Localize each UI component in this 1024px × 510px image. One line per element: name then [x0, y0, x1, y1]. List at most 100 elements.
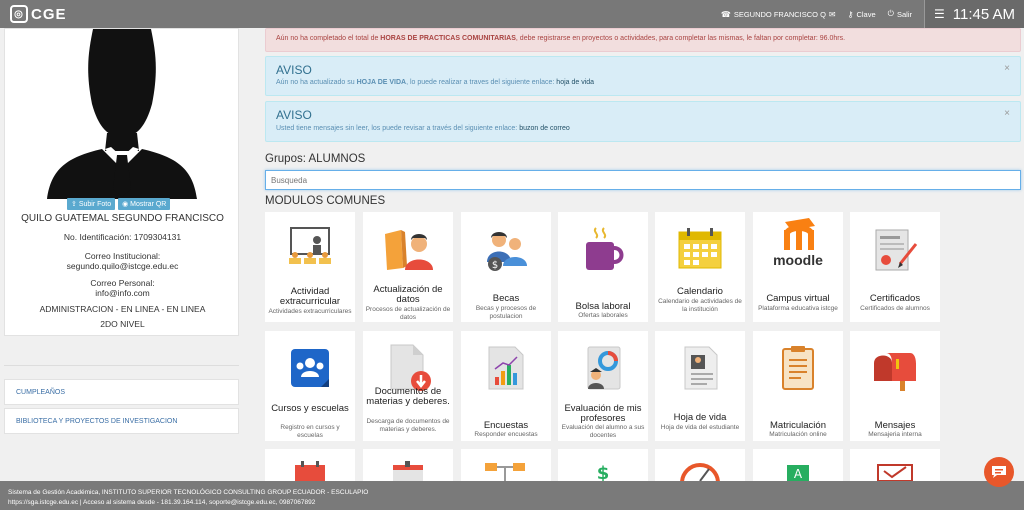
power-icon: ⏻	[887, 9, 894, 18]
module-hoja-vida[interactable]: Hoja de vida Hoja de vida del estudiante	[655, 331, 745, 441]
groups-label: Grupos: ALUMNOS	[265, 153, 366, 165]
module-row3-1[interactable]	[265, 449, 355, 481]
module-title: Actualización de datos	[373, 284, 443, 305]
top-navbar: ◎ CGE ☎ SEGUNDO FRANCISCO Q ✉ ⚷ Clave ⏻ Salir…	[0, 0, 1024, 28]
module-desc: Hoja de vida del estudiante	[660, 424, 740, 431]
module-row3-4[interactable]: $	[558, 449, 648, 481]
classroom-icon	[291, 349, 329, 387]
upload-photo-button[interactable]: ⇪ Subir Foto	[67, 198, 116, 210]
teacher-board-icon	[289, 227, 331, 264]
module-desc: Certificados de alumnos	[860, 305, 930, 312]
module-bolsa-laboral[interactable]: Bolsa laboral Ofertas laborales	[558, 212, 648, 322]
module-row3-7[interactable]	[850, 449, 940, 481]
module-becas[interactable]: $ Becas Becas y procesos de postulacion	[461, 212, 551, 322]
close-icon[interactable]: ×	[1004, 63, 1010, 74]
folder-user-icon	[385, 230, 433, 270]
module-campus-virtual[interactable]: moodle Campus virtual Plataforma educati…	[753, 212, 843, 322]
footer: Sistema de Gestión Académica, INSTITUTO …	[0, 481, 1024, 510]
alert-message: Aún no ha actualizado su HOJA DE VIDA, l…	[276, 79, 595, 86]
module-evaluacion[interactable]: Evaluación de mis profesores Evaluación …	[558, 331, 648, 441]
module-calendario[interactable]: Calendario Calendario de actividades de …	[655, 212, 745, 322]
calendar-icon	[678, 228, 722, 269]
module-row3-2[interactable]	[363, 449, 453, 481]
moodle-word: moodle	[773, 252, 823, 268]
footer-line2: https://sga.istcge.edu.ec | Acceso al si…	[8, 499, 316, 506]
mailbox-link[interactable]: buzon de correo	[519, 125, 570, 132]
modules-title: MODULOS COMUNES	[265, 195, 386, 207]
module-documentos[interactable]: Documentos de materias y deberes. Descar…	[363, 331, 453, 441]
module-title: Evaluación de mis profesores	[564, 403, 642, 424]
sidebar-divider	[4, 365, 239, 366]
logo-icon: ◎	[10, 5, 28, 23]
module-title: Matriculación	[770, 420, 826, 431]
org-chart-icon	[485, 463, 525, 481]
show-qr-button[interactable]: ◉ Mostrar QR	[118, 198, 171, 210]
footer-line1: Sistema de Gestión Académica, INSTITUTO …	[8, 489, 369, 496]
module-cursos-escuelas[interactable]: Cursos y escuelas Registro en cursos y e…	[265, 331, 355, 441]
mail-icon: ✉	[828, 9, 836, 19]
clock-time: 11:45 AM	[952, 5, 1016, 23]
svg-text:A: A	[794, 467, 803, 481]
module-title: Mensajes	[874, 420, 916, 431]
module-title: Bolsa laboral	[575, 301, 631, 312]
password-link[interactable]: ⚷ Clave	[848, 10, 876, 19]
user-link[interactable]: ☎ SEGUNDO FRANCISCO Q ✉	[721, 10, 836, 19]
module-desc: Calendario de actividades de la instituc…	[658, 298, 742, 313]
exit-link[interactable]: ⏻ Salir	[888, 9, 912, 19]
module-title: Actividad extracurricular	[279, 286, 341, 307]
module-title: Becas	[492, 293, 520, 304]
clock-panel: ☰ 11:45 AM	[924, 0, 1024, 28]
grade-icon: A	[787, 465, 809, 481]
certificate-icon	[875, 229, 918, 271]
module-actividad-extracurricular[interactable]: Actividad extracurricular Actividades ex…	[265, 212, 355, 322]
key-icon: ⚷	[847, 9, 854, 19]
resume-icon	[684, 346, 718, 390]
survey-chart-icon	[488, 346, 524, 390]
module-desc: Plataforma educativa istcge	[758, 305, 838, 312]
user-menu: ☎ SEGUNDO FRANCISCO Q ✉ ⚷ Clave ⏻ Salir	[721, 0, 912, 28]
calendar-icon	[295, 461, 325, 481]
cv-link[interactable]: hoja de vida	[556, 79, 594, 86]
photo-buttons: ⇪ Subir Foto ◉ Mostrar QR	[67, 198, 171, 210]
module-desc: Matriculación online	[769, 431, 827, 438]
alert-community-hours: Aún no ha completado el total de HORAS D…	[265, 28, 1021, 52]
scholarship-people-icon: $	[487, 232, 527, 271]
evaluation-icon	[587, 346, 621, 390]
chat-bubble-icon	[992, 466, 1006, 478]
chat-button[interactable]	[984, 457, 1014, 487]
module-desc: Registro en cursos y escuelas	[280, 424, 340, 439]
svg-text:$: $	[597, 463, 610, 481]
module-desc: Ofertas laborales	[578, 312, 628, 319]
module-mensajes[interactable]: Mensajes Mensajeria interna	[850, 331, 940, 441]
profile-card: ⇪ Subir Foto ◉ Mostrar QR QUILO GUATEMAL…	[4, 28, 239, 336]
gauge-icon	[680, 463, 720, 481]
module-desc: Procesos de actualización de datos	[365, 306, 451, 321]
module-matriculacion[interactable]: Matriculación Matriculación online	[753, 331, 843, 441]
module-encuestas[interactable]: Encuestas Responder encuestas	[461, 331, 551, 441]
search-input[interactable]	[265, 170, 1021, 190]
menu-icon[interactable]: ☰	[934, 7, 945, 21]
profile-name: QUILO GUATEMAL SEGUNDO FRANCISCO	[21, 213, 224, 224]
logo[interactable]: ◎ CGE	[10, 5, 67, 23]
module-title: Campus virtual	[766, 293, 830, 304]
alert-cv: AVISO Aún no ha actualizado su HOJA DE V…	[265, 56, 1021, 96]
module-desc: Actividades extracurriculares	[268, 308, 352, 315]
program: ADMINISTRACION - EN LINEA - EN LINEA	[39, 304, 206, 314]
close-icon[interactable]: ×	[1004, 108, 1010, 119]
sidebar-link-library[interactable]: BIBLIOTECA Y PROYECTOS DE INVESTIGACION	[4, 408, 239, 434]
module-row3-6[interactable]: A	[753, 449, 843, 481]
module-title: Certificados	[869, 293, 921, 304]
module-row3-5[interactable]	[655, 449, 745, 481]
mailbox-icon	[874, 353, 916, 391]
coffee-cup-icon	[586, 227, 624, 270]
alert-message: Aún no ha completado el total de HORAS D…	[276, 35, 846, 42]
module-certificados[interactable]: Certificados Certificados de alumnos	[850, 212, 940, 322]
avatar-icon	[47, 29, 197, 199]
svg-text:$: $	[492, 260, 498, 271]
user-icon: ☎	[720, 9, 731, 19]
module-row3-3[interactable]	[461, 449, 551, 481]
schedule-icon	[877, 464, 913, 481]
sidebar-link-birthdays[interactable]: CUMPLEAÑOS	[4, 379, 239, 405]
module-actualizacion-datos[interactable]: Actualización de datos Procesos de actua…	[363, 212, 453, 322]
alert-title: AVISO	[276, 63, 312, 77]
